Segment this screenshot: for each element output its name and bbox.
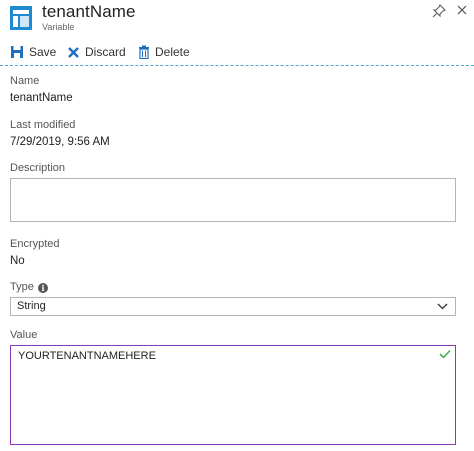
command-bar: Save Discard Delete [0, 38, 474, 66]
save-label: Save [29, 45, 57, 59]
info-icon[interactable]: i [38, 283, 48, 293]
name-value: tenantName [10, 92, 73, 104]
pin-icon[interactable] [432, 4, 446, 18]
name-label: Name [10, 75, 40, 87]
page-title: tenantName [42, 2, 136, 21]
value-text: YOURTENANTNAMEHERE [18, 350, 156, 362]
variable-icon [10, 6, 32, 30]
discard-button[interactable]: Discard [67, 43, 126, 61]
close-icon[interactable] [455, 3, 469, 17]
type-selected-value: String [17, 300, 46, 312]
value-label: Value [10, 329, 38, 341]
blade-header: tenantName Variable [0, 0, 474, 38]
last-modified-value: 7/29/2019, 9:56 AM [10, 136, 110, 148]
type-dropdown[interactable]: String [10, 297, 456, 316]
chevron-down-icon [437, 303, 448, 310]
page-subtitle: Variable [42, 22, 75, 32]
discard-label: Discard [85, 45, 126, 59]
value-textarea[interactable]: YOURTENANTNAMEHERE [10, 345, 456, 445]
description-field[interactable] [10, 178, 456, 222]
save-icon [11, 46, 23, 58]
last-modified-label: Last modified [10, 119, 76, 131]
discard-icon [68, 46, 79, 58]
delete-label: Delete [155, 45, 190, 59]
type-label: Type [10, 281, 34, 293]
checkmark-icon [439, 349, 451, 359]
encrypted-label: Encrypted [10, 238, 60, 250]
save-button[interactable]: Save [10, 43, 56, 61]
trash-icon [139, 45, 149, 59]
delete-button[interactable]: Delete [138, 43, 190, 61]
description-label: Description [10, 162, 66, 174]
encrypted-value: No [10, 255, 25, 267]
